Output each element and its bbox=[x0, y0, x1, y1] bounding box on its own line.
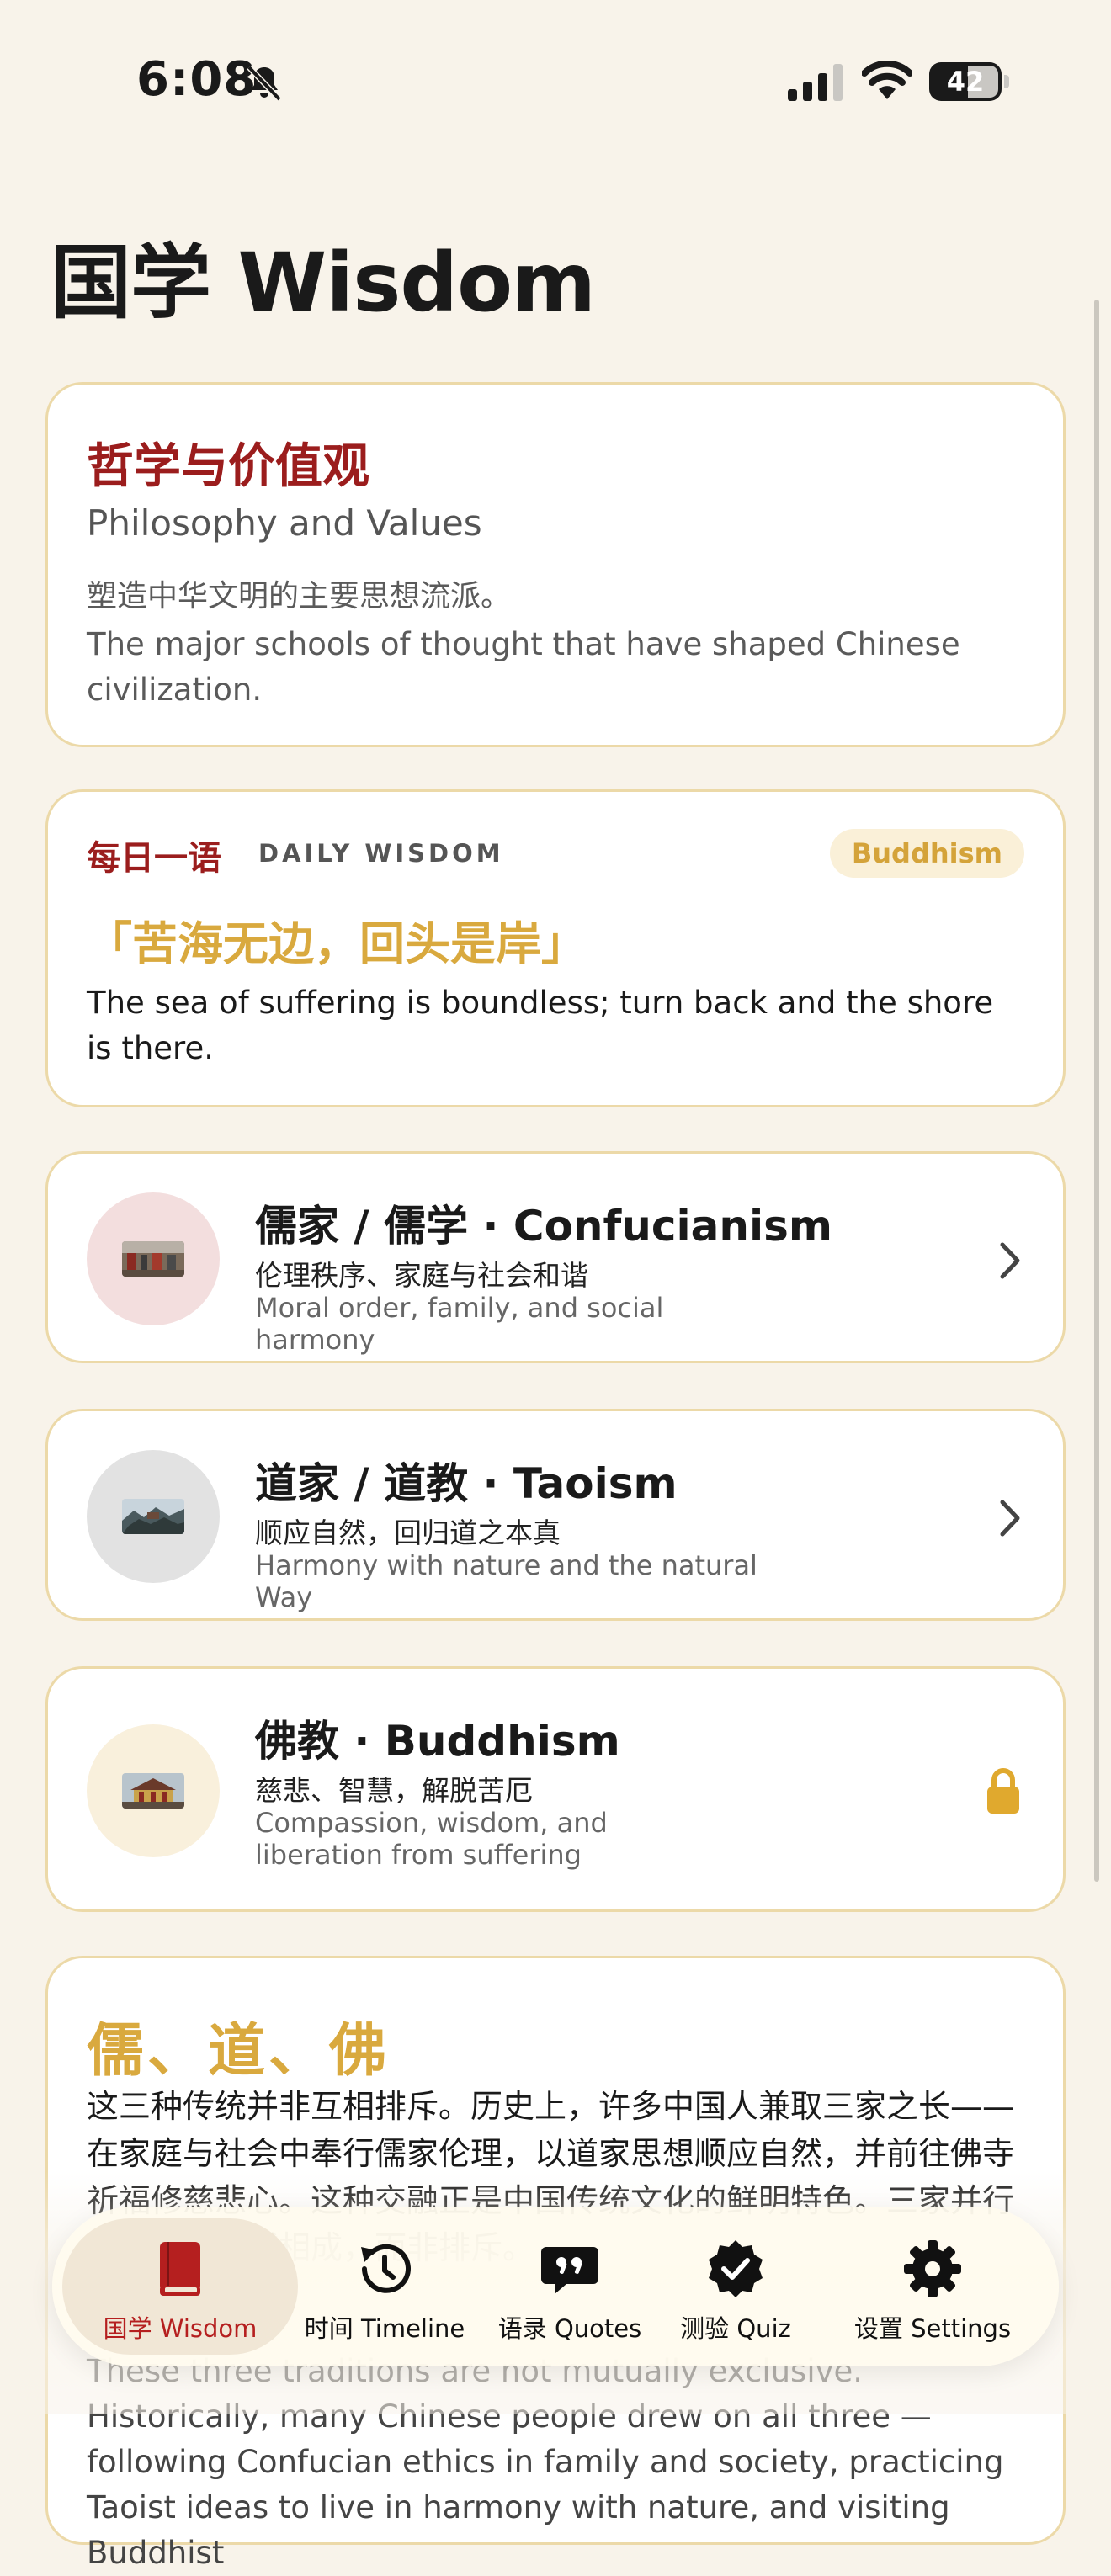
tab-label: 国学 Wisdom bbox=[103, 2314, 258, 2343]
tab-settings[interactable]: 设置 Settings bbox=[816, 2218, 1049, 2355]
tab-quotes[interactable]: 语录 Quotes bbox=[485, 2218, 655, 2355]
confucianism-thumbnail bbox=[122, 1241, 184, 1277]
chevron-right-icon bbox=[1000, 1242, 1020, 1279]
tab-label: 测验 Quiz bbox=[680, 2314, 791, 2343]
intro-title-zh: 哲学与价值观 bbox=[87, 439, 369, 494]
taoism-avatar bbox=[87, 1450, 220, 1583]
tradition-title: 道家 / 道教 · Taoism bbox=[255, 1459, 678, 1508]
daily-wisdom-card[interactable]: 每日一语 DAILY WISDOM Buddhism 「苦海无边，回头是岸」 T… bbox=[45, 789, 1066, 1107]
taoism-thumbnail bbox=[122, 1499, 184, 1534]
tradition-title: 儒家 / 儒学 · Confucianism bbox=[255, 1202, 832, 1251]
checkmark-seal-icon bbox=[709, 2240, 763, 2297]
tab-wisdom[interactable]: 国学 Wisdom bbox=[62, 2218, 298, 2355]
history-icon bbox=[361, 2244, 411, 2293]
tab-label: 时间 Timeline bbox=[304, 2314, 465, 2343]
lock-icon bbox=[987, 1768, 1019, 1814]
tab-label: 设置 Settings bbox=[853, 2314, 1012, 2343]
status-bar: 6:08 42 bbox=[0, 0, 1111, 160]
gear-icon bbox=[904, 2240, 961, 2297]
daily-quote-en: The sea of suffering is boundless; turn … bbox=[87, 985, 994, 1066]
chevron-right-icon bbox=[1000, 1500, 1020, 1537]
intro-title-en: Philosophy and Values bbox=[87, 502, 482, 544]
tradition-card-confucianism[interactable]: 儒家 / 儒学 · Confucianism 伦理秩序、家庭与社会和谐 Mora… bbox=[45, 1151, 1066, 1363]
tab-bar: 国学 Wisdom 时间 Timeline 语录 Quotes 测验 Quiz bbox=[52, 2207, 1059, 2366]
tradition-subtitle-en: Compassion, wisdom, and liberation from … bbox=[255, 1807, 608, 1871]
tradition-subtitle-en: Harmony with nature and the natural Way bbox=[255, 1549, 758, 1613]
tradition-subtitle-zh: 顺应自然，回归道之本真 bbox=[255, 1516, 561, 1549]
daily-quote-zh: 「苦海无边，回头是岸」 bbox=[87, 917, 587, 970]
cellular-signal-icon bbox=[788, 64, 843, 101]
battery-level: 42 bbox=[946, 66, 985, 98]
tradition-title: 佛教 · Buddhism bbox=[255, 1717, 620, 1766]
scrollbar[interactable] bbox=[1094, 300, 1099, 1882]
three-teachings-title: 儒、道、佛 bbox=[87, 2018, 391, 2085]
quote-bubble-icon bbox=[541, 2247, 598, 2294]
intro-description-en: The major schools of thought that have s… bbox=[87, 626, 960, 708]
buddhism-avatar bbox=[87, 1724, 220, 1857]
confucianism-avatar bbox=[87, 1192, 220, 1325]
tab-timeline[interactable]: 时间 Timeline bbox=[293, 2218, 476, 2355]
battery-indicator: 42 bbox=[929, 62, 1010, 101]
tab-quiz[interactable]: 测验 Quiz bbox=[662, 2218, 810, 2355]
tradition-card-buddhism[interactable]: 佛教 · Buddhism 慈悲、智慧，解脱苦厄 Compassion, wis… bbox=[45, 1666, 1066, 1912]
status-time: 6:08 bbox=[136, 52, 258, 107]
book-icon bbox=[160, 2242, 200, 2296]
tradition-subtitle-zh: 伦理秩序、家庭与社会和谐 bbox=[255, 1259, 588, 1292]
tradition-subtitle-en: Moral order, family, and social harmony bbox=[255, 1292, 664, 1356]
intro-description-zh: 塑造中华文明的主要思想流派。 bbox=[87, 579, 512, 613]
daily-label-zh: 每日一语 bbox=[87, 839, 221, 878]
tradition-card-taoism[interactable]: 道家 / 道教 · Taoism 顺应自然，回归道之本真 Harmony wit… bbox=[45, 1409, 1066, 1621]
tab-label: 语录 Quotes bbox=[497, 2314, 642, 2343]
tradition-badge: Buddhism bbox=[829, 829, 1024, 878]
wifi-icon bbox=[862, 61, 912, 99]
intro-card: 哲学与价值观 Philosophy and Values 塑造中华文明的主要思想… bbox=[45, 382, 1066, 747]
tradition-subtitle-zh: 慈悲、智慧，解脱苦厄 bbox=[255, 1774, 533, 1807]
bell-slash-icon bbox=[247, 65, 282, 102]
daily-label-en: DAILY WISDOM bbox=[258, 839, 504, 868]
page-title: 国学 Wisdom bbox=[50, 236, 596, 330]
buddhism-thumbnail bbox=[122, 1773, 184, 1809]
